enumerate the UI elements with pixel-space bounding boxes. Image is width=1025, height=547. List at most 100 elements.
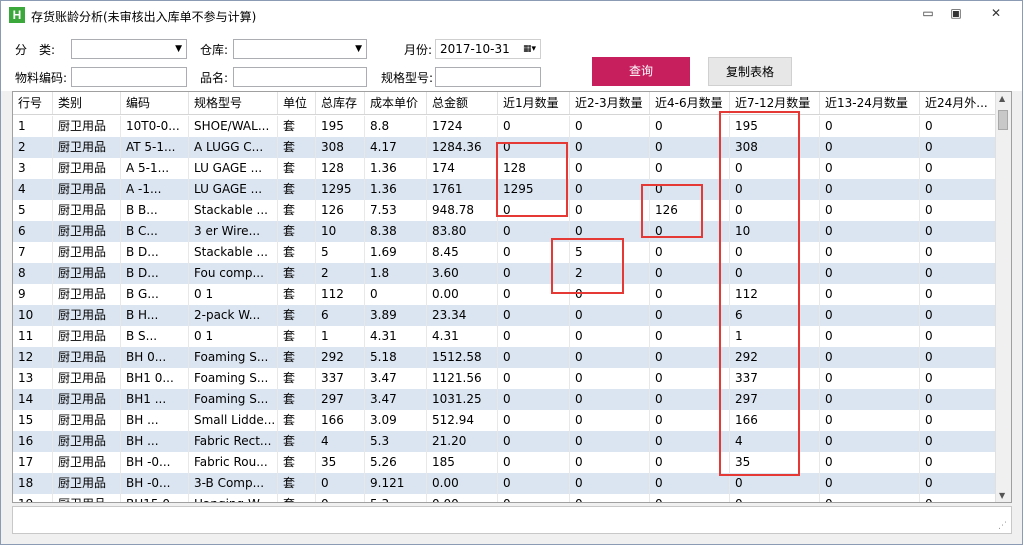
table-cell[interactable]: 2 bbox=[13, 137, 53, 158]
column-header[interactable]: 总金额 bbox=[427, 92, 498, 114]
table-cell[interactable]: 厨卫用品 bbox=[53, 452, 121, 473]
table-cell[interactable]: 0 bbox=[650, 347, 730, 368]
column-header[interactable]: 编码 bbox=[121, 92, 189, 114]
table-cell[interactable]: 0 bbox=[570, 326, 650, 347]
table-cell[interactable]: 13 bbox=[13, 368, 53, 389]
table-cell[interactable]: 5.18 bbox=[365, 347, 427, 368]
table-cell[interactable]: 337 bbox=[316, 368, 365, 389]
table-cell[interactable]: 337 bbox=[730, 368, 820, 389]
table-cell[interactable]: 16 bbox=[13, 431, 53, 452]
table-row[interactable]: 16 厨卫用品 BH ... Fabric Rect... 套 4 5.3 21.20 0 0 0 4… bbox=[13, 431, 1000, 452]
table-cell[interactable]: 0 bbox=[570, 452, 650, 473]
table-cell[interactable]: 0 bbox=[730, 242, 820, 263]
table-cell[interactable]: 套 bbox=[278, 431, 316, 452]
table-cell[interactable]: 3 bbox=[13, 158, 53, 179]
table-cell[interactable]: 0 bbox=[650, 326, 730, 347]
table-cell[interactable]: Hanging W... bbox=[189, 494, 278, 502]
table-cell[interactable]: 14 bbox=[13, 389, 53, 410]
table-cell[interactable]: 厨卫用品 bbox=[53, 158, 121, 179]
table-cell[interactable]: 0 bbox=[650, 452, 730, 473]
table-cell[interactable]: 厨卫用品 bbox=[53, 326, 121, 347]
month-date-picker[interactable]: 2017-10-31 ▦▾ bbox=[435, 39, 541, 59]
scroll-down-icon[interactable]: ▼ bbox=[999, 491, 1005, 500]
table-cell[interactable]: 0 bbox=[316, 494, 365, 502]
table-cell[interactable]: 0 bbox=[570, 158, 650, 179]
table-cell[interactable]: 0.00 bbox=[427, 284, 498, 305]
table-cell[interactable]: 厨卫用品 bbox=[53, 116, 121, 137]
table-cell[interactable]: Foaming S... bbox=[189, 389, 278, 410]
table-cell[interactable]: 套 bbox=[278, 284, 316, 305]
table-cell[interactable]: 4.31 bbox=[427, 326, 498, 347]
table-cell[interactable]: 166 bbox=[730, 410, 820, 431]
scroll-up-icon[interactable]: ▲ bbox=[999, 94, 1005, 103]
table-cell[interactable]: 0 bbox=[920, 452, 1000, 473]
table-cell[interactable]: 3.47 bbox=[365, 368, 427, 389]
warehouse-select[interactable]: ▼ bbox=[233, 39, 367, 59]
table-cell[interactable]: 0 bbox=[498, 137, 570, 158]
table-cell[interactable]: 19 bbox=[13, 494, 53, 502]
table-cell[interactable]: 0 bbox=[820, 347, 920, 368]
table-cell[interactable]: 0 bbox=[730, 473, 820, 494]
table-cell[interactable]: 0 bbox=[920, 158, 1000, 179]
table-cell[interactable]: LU GAGE ... bbox=[189, 179, 278, 200]
table-cell[interactable]: Fabric Rou... bbox=[189, 452, 278, 473]
table-cell[interactable]: 3-B Comp... bbox=[189, 473, 278, 494]
table-cell[interactable]: 0 bbox=[920, 473, 1000, 494]
table-cell[interactable]: 厨卫用品 bbox=[53, 410, 121, 431]
table-cell[interactable]: 948.78 bbox=[427, 200, 498, 221]
table-cell[interactable]: 83.80 bbox=[427, 221, 498, 242]
table-cell[interactable]: 0 bbox=[570, 284, 650, 305]
table-cell[interactable]: 0.00 bbox=[427, 494, 498, 502]
table-cell[interactable]: 厨卫用品 bbox=[53, 284, 121, 305]
table-cell[interactable]: 0 bbox=[650, 389, 730, 410]
table-cell[interactable]: 套 bbox=[278, 368, 316, 389]
table-cell[interactable]: 0 bbox=[820, 158, 920, 179]
table-cell[interactable]: 8 bbox=[13, 263, 53, 284]
table-cell[interactable]: 0 bbox=[570, 473, 650, 494]
table-cell[interactable]: BH1 ... bbox=[121, 389, 189, 410]
table-row[interactable]: 15 厨卫用品 BH ... Small Lidde... 套 166 3.09 512.94… bbox=[13, 410, 1000, 431]
table-cell[interactable]: 0 bbox=[570, 368, 650, 389]
table-cell[interactable]: 0 bbox=[498, 326, 570, 347]
table-row[interactable]: 7 厨卫用品 B D... Stackable ... 套 5 1.69 8.45 0 5 0 0 0 0 bbox=[13, 242, 1000, 263]
table-cell[interactable]: SHOE/WAL... bbox=[189, 116, 278, 137]
table-cell[interactable]: BH -0... bbox=[121, 452, 189, 473]
table-cell[interactable]: 15 bbox=[13, 410, 53, 431]
maximize-button[interactable]: ▣ bbox=[941, 4, 971, 22]
table-cell[interactable]: 0 bbox=[820, 221, 920, 242]
category-select[interactable]: ▼ bbox=[71, 39, 187, 59]
table-row[interactable]: 19厨卫用品BH15 0...Hanging W...套05.30.000000… bbox=[13, 494, 1000, 502]
table-row[interactable]: 18 厨卫用品 BH -0... 3-B Comp... 套 0 9.121 0.00 0 0 0 0… bbox=[13, 473, 1000, 494]
column-header[interactable]: 近4-6月数量 bbox=[650, 92, 730, 114]
table-cell[interactable]: 126 bbox=[316, 200, 365, 221]
table-cell[interactable]: 0 bbox=[650, 410, 730, 431]
column-header[interactable]: 单位 bbox=[278, 92, 316, 114]
table-cell[interactable]: 1724 bbox=[427, 116, 498, 137]
table-cell[interactable]: 1121.56 bbox=[427, 368, 498, 389]
table-cell[interactable]: 厨卫用品 bbox=[53, 368, 121, 389]
table-cell[interactable]: 0 bbox=[820, 200, 920, 221]
table-cell[interactable]: 0 bbox=[570, 179, 650, 200]
column-header[interactable]: 近13-24月数量 bbox=[820, 92, 920, 114]
table-cell[interactable]: 0 bbox=[570, 116, 650, 137]
table-cell[interactable]: 166 bbox=[316, 410, 365, 431]
table-cell[interactable]: 0 bbox=[316, 473, 365, 494]
column-header[interactable]: 行号 bbox=[13, 92, 53, 114]
table-cell[interactable]: 1.8 bbox=[365, 263, 427, 284]
table-cell[interactable]: 0 bbox=[498, 200, 570, 221]
table-cell[interactable]: 0 bbox=[570, 347, 650, 368]
table-cell[interactable]: 0 bbox=[498, 263, 570, 284]
table-cell[interactable]: BH 0... bbox=[121, 347, 189, 368]
table-cell[interactable]: 35 bbox=[730, 452, 820, 473]
table-cell[interactable]: 0 bbox=[820, 410, 920, 431]
table-cell[interactable]: 4 bbox=[13, 179, 53, 200]
table-cell[interactable]: 0.00 bbox=[427, 473, 498, 494]
table-cell[interactable]: 1 bbox=[13, 116, 53, 137]
copy-table-button[interactable]: 复制表格 bbox=[708, 57, 792, 86]
table-cell[interactable]: BH1 0... bbox=[121, 368, 189, 389]
table-cell[interactable]: 套 bbox=[278, 242, 316, 263]
table-cell[interactable]: 0 bbox=[920, 431, 1000, 452]
table-cell[interactable]: 厨卫用品 bbox=[53, 221, 121, 242]
table-cell[interactable]: 0 bbox=[498, 221, 570, 242]
table-cell[interactable]: 0 bbox=[570, 431, 650, 452]
